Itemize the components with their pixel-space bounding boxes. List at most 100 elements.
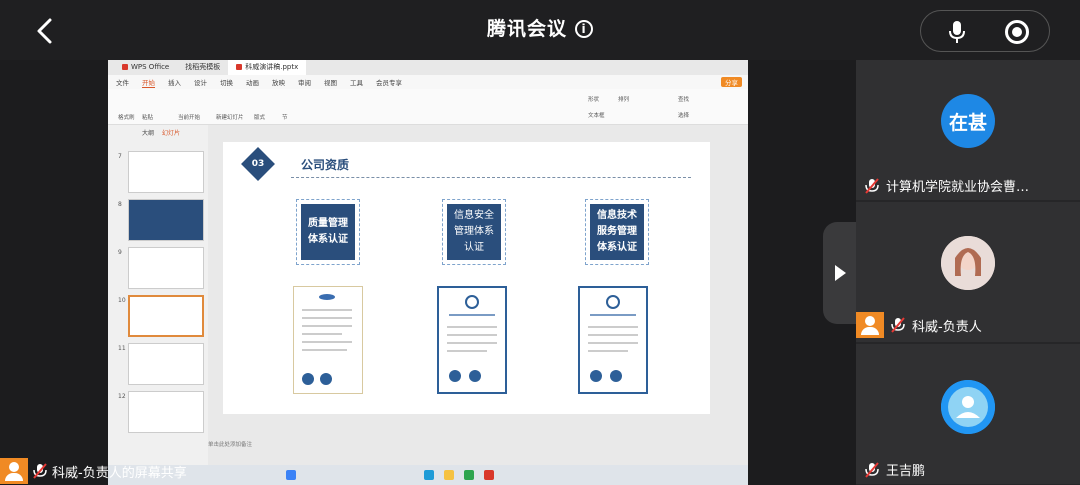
certificate-content-icon [302,294,352,385]
meeting-title-bar: 腾讯会议 i [0,14,1080,41]
thumbnail-row[interactable]: 12 [116,391,206,433]
tab-pptx[interactable]: 科威演讲稿.pptx [228,60,307,75]
participant-name-row: 计算机学院就业协会曹… [864,176,1029,195]
ribbon-start[interactable]: 当前开始 [178,113,200,121]
chat-icon[interactable] [464,470,474,480]
ribbon-find[interactable]: 查找 [678,95,689,103]
start-icon[interactable] [286,470,296,480]
menu-member[interactable]: 会员专享 [376,77,402,87]
sharer-user-icon [0,458,28,484]
slide-thumbnail[interactable] [128,391,204,433]
wps-logo-icon [122,64,128,70]
menu-file[interactable]: 文件 [116,77,129,87]
mic-muted-icon [865,461,879,478]
mic-muted-icon [891,317,905,333]
share-button[interactable]: 分享 [721,77,742,87]
mic-muted-icon [33,463,47,479]
panel-tabs: 大纲 幻灯片 [108,125,208,137]
tab-slides[interactable]: 幻灯片 [162,128,180,137]
certificate-image [293,286,363,394]
menu-view[interactable]: 视图 [324,77,337,87]
tab-outline[interactable]: 大纲 [142,128,154,137]
ribbon-section[interactable]: 节 [282,113,288,121]
certificate-content-icon [588,295,638,382]
certificate-content-icon [447,295,497,382]
slide-thumbnail[interactable] [128,247,204,289]
participant-name: 计算机学院就业协会曹… [886,180,1030,195]
participant-name: 科威-负责人 [912,319,982,335]
avatar [941,236,995,290]
meeting-title: 腾讯会议 [486,18,567,40]
menu-transition[interactable]: 切换 [220,77,233,87]
ribbon: 格式刷 粘贴 当前开始 新建幻灯片 版式 节 形状 排列 查找 选择 文本框 [108,89,748,125]
expand-panel-button[interactable] [823,222,859,324]
participant-tile[interactable]: 在甚 计算机学院就业协会曹… [856,60,1080,200]
menu-animation[interactable]: 动画 [246,77,259,87]
audio-controls [920,10,1050,52]
participant-tile[interactable]: 科威-负责人 [856,202,1080,342]
meeting-app: 腾讯会议 i WPS Office 找稻壳模板 科威演讲稿.pptx 文件 开始 … [0,0,1080,485]
participant-name-row: 王吉鹏 [864,460,925,479]
host-user-icon [856,312,884,338]
certificate-image [578,286,648,394]
info-icon[interactable]: i [575,20,593,38]
slide-thumbnail[interactable] [128,199,204,241]
menu-design[interactable]: 设计 [194,77,207,87]
menu-slideshow[interactable]: 放映 [272,77,285,87]
mic-muted-icon [865,177,879,194]
slide-thumbnail-panel: 大纲 幻灯片 7 8 9 10 11 12 [108,125,208,465]
menu-tools[interactable]: 工具 [350,77,363,87]
windows-taskbar [108,465,748,485]
folder-icon[interactable] [444,470,454,480]
avatar [941,380,995,434]
thumbnail-row[interactable]: 7 [116,151,206,193]
avatar: 在甚 [941,94,995,148]
menu-review[interactable]: 审阅 [298,77,311,87]
cartoon-avatar-icon [941,380,995,434]
current-slide[interactable]: 03 公司资质 质量管理 体系认证 信息安全 管理体系 认证 信息技术 服务管理… [223,142,710,414]
wps-taskbar-icon[interactable] [484,470,494,480]
ppt-icon [236,64,243,70]
participant-name: 王吉鹏 [886,464,926,479]
wps-menu-row: 文件 开始 插入 设计 切换 动画 放映 审阅 视图 工具 会员专享 分享 [108,75,748,89]
menu-insert[interactable]: 插入 [168,77,181,87]
portrait-avatar-icon [941,236,995,290]
wps-tab-bar: WPS Office 找稻壳模板 科威演讲稿.pptx [108,60,748,75]
shared-screen: WPS Office 找稻壳模板 科威演讲稿.pptx 文件 开始 插入 设计 … [108,60,748,485]
thumbnail-row[interactable]: 8 [116,199,206,241]
slide-thumbnail-active[interactable] [128,295,204,337]
ribbon-paste[interactable]: 粘贴 [142,113,153,121]
ribbon-layout[interactable]: 版式 [254,113,265,121]
thumbnail-row[interactable]: 11 [116,343,206,385]
section-number: 03 [251,159,265,169]
ribbon-shape[interactable]: 形状 [588,95,599,103]
edge-icon[interactable] [424,470,434,480]
certificate-image [437,286,507,394]
notes-placeholder[interactable]: 单击此处添加备注 [208,440,252,448]
chevron-right-icon [835,265,846,281]
microphone-icon[interactable] [947,20,967,44]
slide-thumbnail[interactable] [128,151,204,193]
tab-template[interactable]: 找稻壳模板 [177,60,228,75]
slide-editor: 03 公司资质 质量管理 体系认证 信息安全 管理体系 认证 信息技术 服务管理… [208,125,748,465]
menu-home[interactable]: 开始 [142,77,155,88]
sharer-name: 科威-负责人的屏幕共享 [52,465,187,481]
cert-label-quality: 质量管理 体系认证 [296,199,360,265]
ribbon-select[interactable]: 选择 [678,111,689,119]
thumbnail-row[interactable]: 9 [116,247,206,289]
thumbnail-row[interactable]: 10 [116,295,206,337]
ribbon-arrange[interactable]: 排列 [618,95,629,103]
ribbon-new-slide[interactable]: 新建幻灯片 [216,113,244,121]
screen-share-label: 科威-负责人的屏幕共享 [0,457,187,485]
slide-title: 公司资质 [301,158,350,172]
participant-tile[interactable]: 王吉鹏 [856,344,1080,484]
participant-name-row: 科威-负责人 [856,312,982,338]
ribbon-format-painter[interactable]: 格式刷 [118,113,135,121]
title-divider [291,177,691,178]
tab-wps-office[interactable]: WPS Office [114,60,177,75]
top-bar: 腾讯会议 i [0,0,1080,60]
slide-thumbnail[interactable] [128,343,204,385]
ribbon-textbox[interactable]: 文本框 [588,111,605,119]
cert-label-it-service: 信息技术 服务管理 体系认证 [585,199,649,265]
record-icon[interactable] [1005,20,1029,44]
